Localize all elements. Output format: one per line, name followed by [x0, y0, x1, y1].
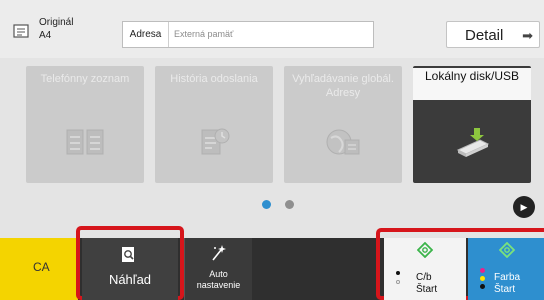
address-field[interactable]: Adresa Externá pamäť — [122, 21, 374, 48]
tile-global-address-search[interactable]: Vyhľadávanie globál. Adresy — [284, 66, 402, 183]
start-diamond-icon — [417, 242, 433, 258]
detail-label: Detail — [465, 27, 504, 44]
bw-label-line2: Štart — [416, 284, 438, 295]
black-dot-icon — [396, 271, 400, 275]
magenta-dot-icon — [480, 268, 485, 273]
original-info[interactable]: Originál A4 — [39, 16, 73, 42]
next-page-button[interactable]: ▶ — [513, 196, 535, 218]
address-book-icon — [66, 129, 104, 155]
tile-label: Lokálny disk/USB — [413, 68, 531, 100]
page-indicator-active[interactable] — [262, 200, 271, 209]
color-start-label: Farba Štart — [494, 272, 520, 296]
black-dot-icon — [480, 284, 485, 289]
tile-send-history[interactable]: História odoslania — [155, 66, 273, 183]
color-start-button[interactable]: Farba Štart — [468, 238, 544, 300]
color-label-line2: Štart — [494, 284, 516, 295]
tile-address-book[interactable]: Telefónny zoznam — [26, 66, 144, 183]
original-document-icon[interactable] — [12, 22, 30, 40]
bw-start-label: C/b Štart — [416, 272, 437, 296]
tile-label: Vyhľadávanie globál. Adresy — [292, 73, 394, 99]
global-search-icon — [326, 129, 360, 155]
tile-local-disk-usb[interactable]: Lokálny disk/USB — [413, 66, 531, 183]
bw-label-line1: C/b — [416, 272, 432, 283]
auto-label-line1: Auto — [209, 269, 228, 279]
address-input[interactable]: Externá pamäť — [174, 22, 233, 47]
color-label-line1: Farba — [494, 272, 521, 283]
top-bar: Originál A4 Adresa Externá pamäť Detail … — [0, 0, 544, 58]
play-icon: ▶ — [520, 202, 528, 212]
ca-label: CA — [33, 260, 50, 274]
preview-label: Náhľad — [108, 272, 152, 287]
arrow-right-icon: ➡ — [522, 28, 533, 43]
preview-magnifier-icon — [122, 247, 134, 262]
start-diamond-icon — [499, 242, 515, 258]
history-icon — [201, 128, 230, 155]
auto-setting-label: Auto nastavenie — [185, 269, 252, 291]
auto-label-line2: nastavenie — [196, 280, 241, 290]
preview-button[interactable]: Náhľad — [82, 238, 178, 300]
auto-setting-button[interactable]: Auto nastavenie — [184, 238, 252, 300]
original-title: Originál — [39, 17, 74, 28]
detail-button[interactable]: Detail ➡ — [446, 21, 540, 48]
original-size: A4 — [39, 30, 52, 41]
yellow-dot-icon — [480, 276, 485, 281]
address-label: Adresa — [123, 22, 169, 47]
bw-start-button[interactable]: C/b Štart — [384, 238, 466, 300]
tile-label: Telefónny zoznam — [40, 73, 130, 85]
page-indicator[interactable] — [285, 200, 294, 209]
white-dot-icon — [396, 280, 400, 284]
usb-icon — [456, 128, 490, 157]
ca-button[interactable]: CA — [0, 238, 78, 300]
scan-send-screen: Originál A4 Adresa Externá pamäť Detail … — [0, 0, 544, 300]
magic-wand-icon — [212, 245, 226, 261]
tile-label: História odoslania — [170, 73, 258, 85]
